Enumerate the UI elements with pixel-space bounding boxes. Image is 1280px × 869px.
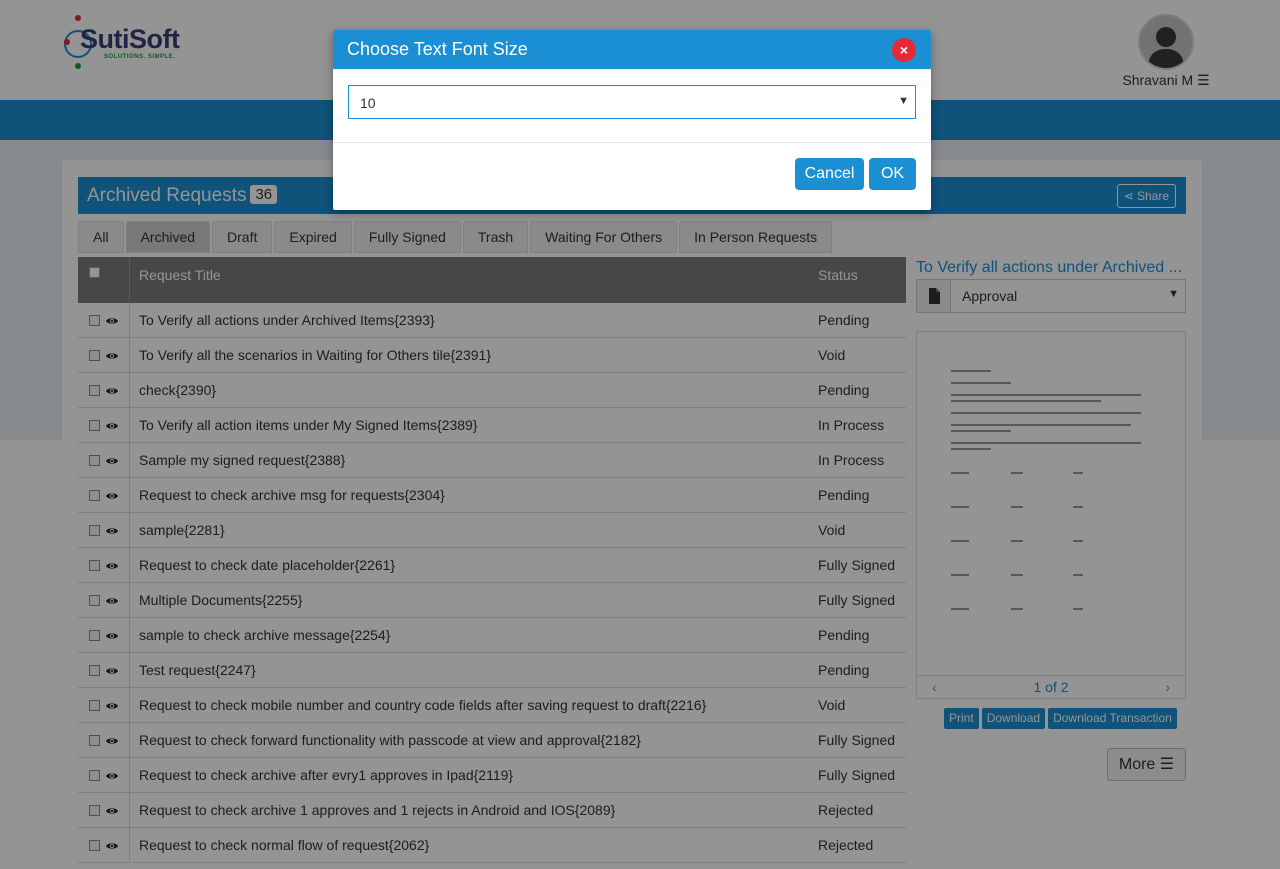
dialog-divider [333, 142, 931, 143]
cancel-button[interactable]: Cancel [795, 158, 864, 190]
dialog-title: Choose Text Font Size [347, 39, 528, 59]
dialog-header: Choose Text Font Size × [333, 30, 931, 69]
font-size-select[interactable]: 10 ▼ [348, 85, 916, 119]
font-size-select-value: 10 [360, 95, 376, 111]
ok-button[interactable]: OK [869, 158, 916, 190]
close-icon[interactable]: × [892, 38, 916, 62]
font-size-dialog: Choose Text Font Size × 10 ▼ Cancel OK [333, 30, 931, 210]
dropdown-arrow-icon: ▼ [898, 95, 909, 107]
